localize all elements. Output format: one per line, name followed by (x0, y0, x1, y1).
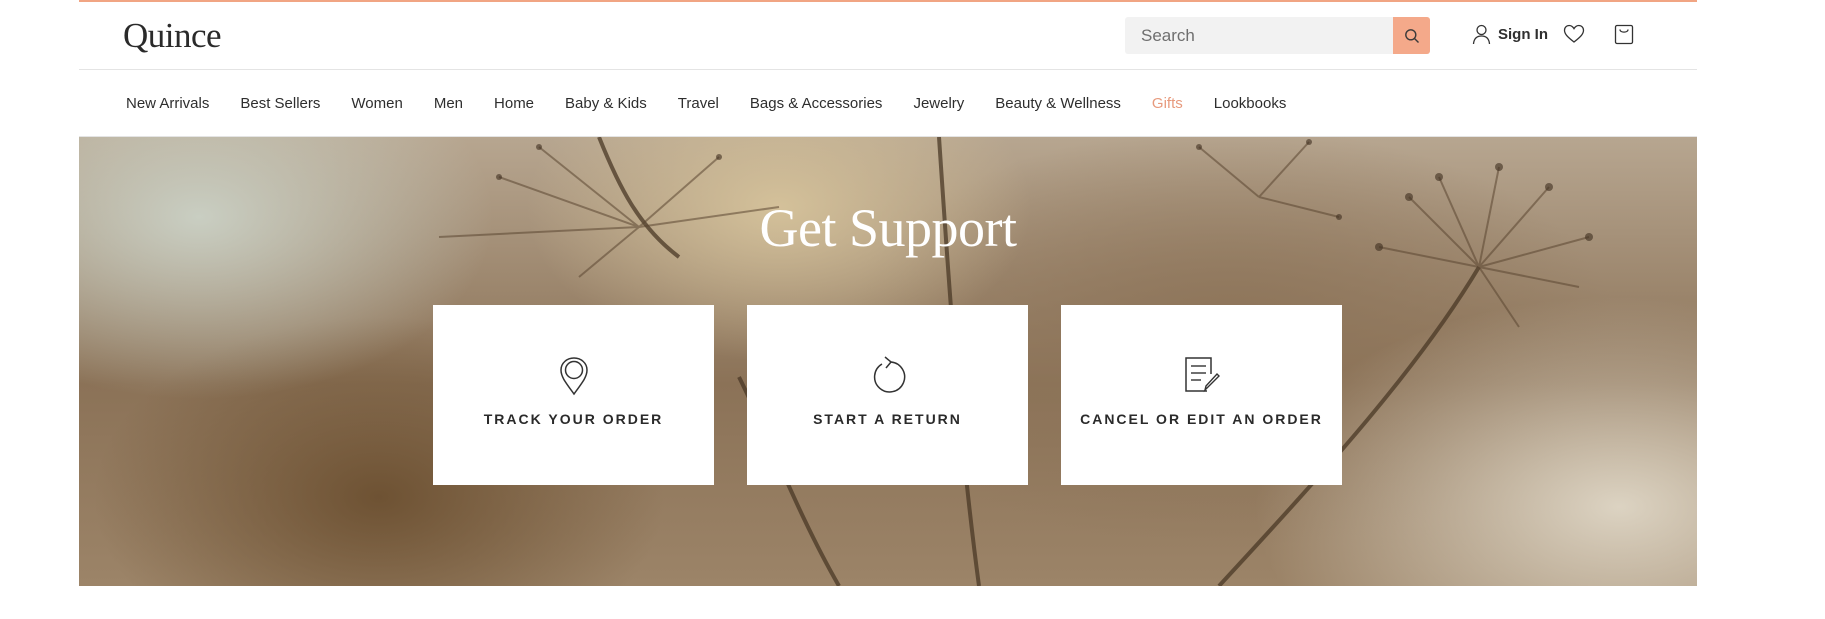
nav-item-beauty-wellness[interactable]: Beauty & Wellness (995, 95, 1121, 112)
page-frame: Quince Sign In (79, 0, 1697, 586)
start-return-label: START A RETURN (813, 411, 962, 427)
user-icon (1472, 24, 1491, 45)
hero-banner: Get Support TRACK YOUR ORDER START A RET… (79, 137, 1697, 586)
search-bar (1125, 17, 1430, 54)
bag-icon (1614, 24, 1634, 45)
edit-document-icon (1184, 357, 1220, 393)
nav-item-bags-accessories[interactable]: Bags & Accessories (750, 95, 883, 112)
hero-title: Get Support (759, 198, 1018, 258)
cancel-edit-order-label: CANCEL OR EDIT AN ORDER (1080, 411, 1323, 427)
nav-list: New Arrivals Best Sellers Women Men Home… (126, 70, 1317, 136)
nav-item-men[interactable]: Men (434, 95, 463, 112)
nav-item-home[interactable]: Home (494, 95, 534, 112)
search-button[interactable] (1393, 17, 1430, 54)
nav-item-travel[interactable]: Travel (678, 95, 719, 112)
nav-item-gifts[interactable]: Gifts (1152, 95, 1183, 112)
sign-in-label: Sign In (1498, 26, 1548, 43)
nav-item-baby-kids[interactable]: Baby & Kids (565, 95, 647, 112)
logo[interactable]: Quince (123, 16, 222, 56)
map-pin-icon (559, 357, 588, 396)
nav-item-jewelry[interactable]: Jewelry (913, 95, 964, 112)
nav-item-women[interactable]: Women (351, 95, 402, 112)
nav-item-best-sellers[interactable]: Best Sellers (240, 95, 320, 112)
main-navigation: New Arrivals Best Sellers Women Men Home… (79, 70, 1697, 137)
cancel-edit-order-card[interactable]: CANCEL OR EDIT AN ORDER (1061, 305, 1342, 485)
search-input[interactable] (1125, 17, 1401, 54)
wishlist-button[interactable] (1563, 24, 1585, 49)
site-header: Quince Sign In (79, 2, 1697, 70)
start-return-card[interactable]: START A RETURN (747, 305, 1028, 485)
sign-in-link[interactable]: Sign In (1472, 24, 1548, 45)
search-icon (1404, 28, 1419, 43)
return-arrow-icon (873, 356, 905, 393)
heart-icon (1563, 24, 1585, 43)
cart-button[interactable] (1614, 24, 1634, 50)
nav-item-lookbooks[interactable]: Lookbooks (1214, 95, 1287, 112)
track-order-card[interactable]: TRACK YOUR ORDER (433, 305, 714, 485)
nav-item-new-arrivals[interactable]: New Arrivals (126, 95, 209, 112)
track-order-label: TRACK YOUR ORDER (483, 411, 664, 427)
